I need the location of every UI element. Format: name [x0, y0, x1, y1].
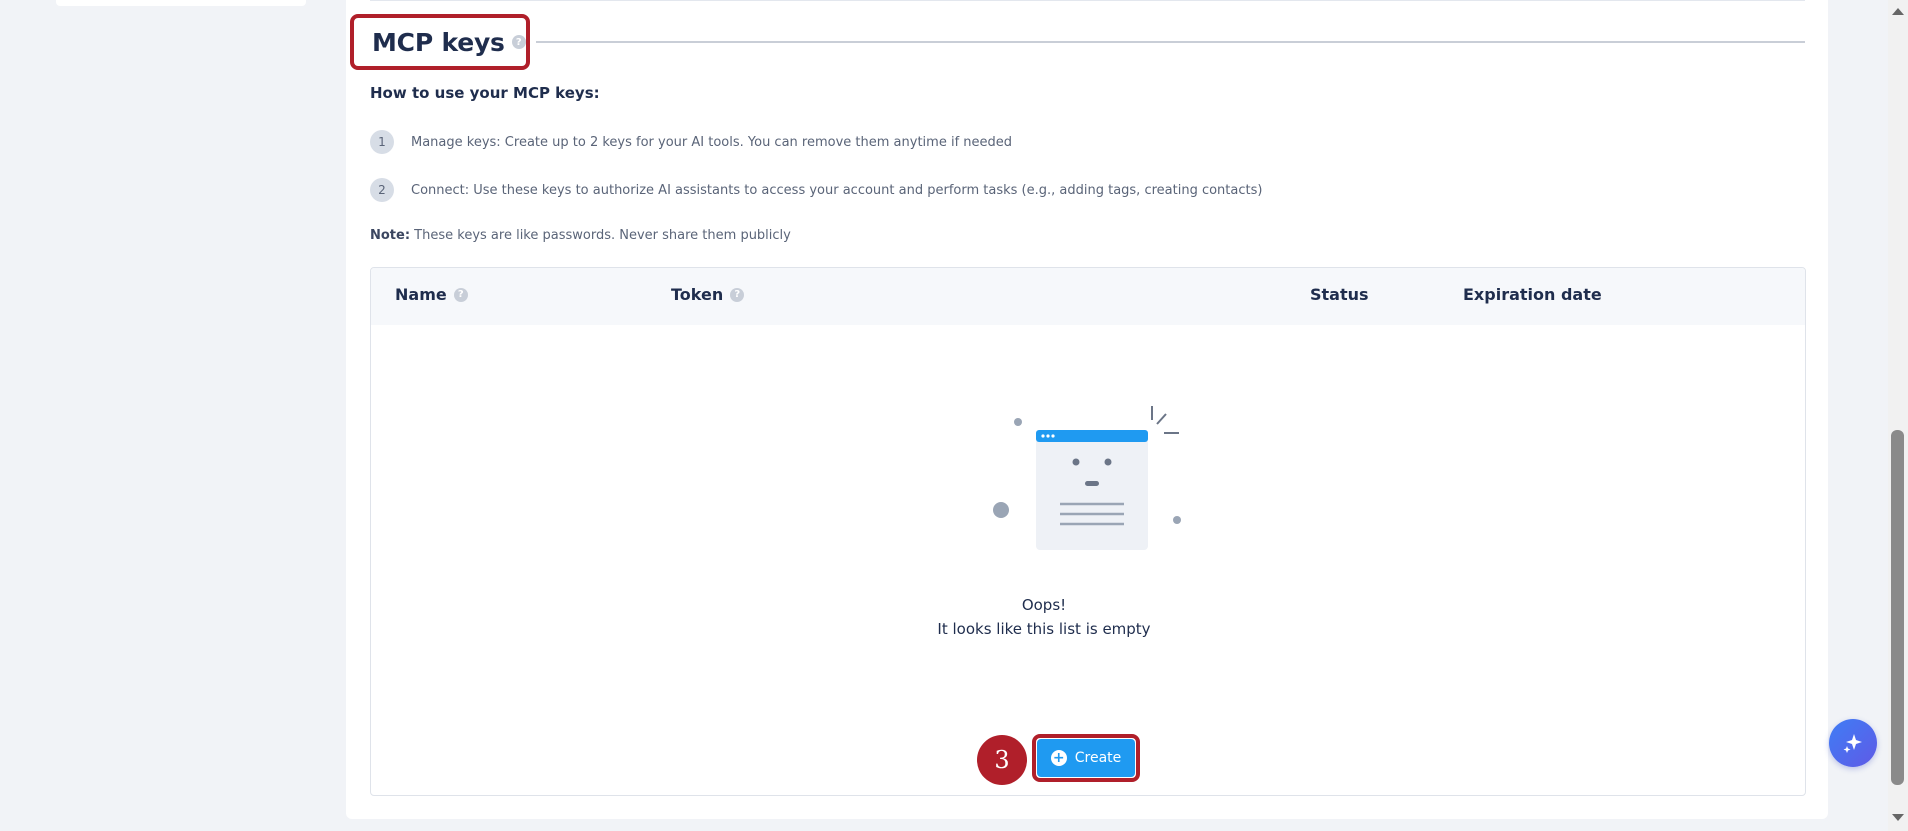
scrollbar-thumb[interactable]: [1891, 430, 1904, 785]
step-text: Manage keys: Create up to 2 keys for you…: [411, 134, 1013, 150]
plus-circle-icon: +: [1050, 750, 1067, 766]
security-note: Note: These keys are like passwords. Nev…: [370, 228, 791, 243]
step-number: 2: [370, 178, 394, 202]
column-header-name: Name ?: [395, 285, 468, 304]
step-text: Connect: Use these keys to authorize AI …: [411, 182, 1263, 198]
annotation-step-badge: 3: [977, 735, 1027, 785]
column-header-expiration-date: Expiration date: [1463, 285, 1602, 304]
sidebar-card: [56, 0, 306, 6]
help-icon[interactable]: ?: [453, 287, 468, 302]
create-key-button[interactable]: + Create: [1037, 739, 1135, 777]
empty-state-subtitle: It looks like this list is empty: [937, 620, 1151, 638]
help-icon[interactable]: ?: [730, 287, 745, 302]
empty-state-title: Oops!: [1021, 596, 1067, 614]
section-divider: [536, 41, 1805, 43]
note-label: Note:: [370, 228, 411, 243]
note-text: These keys are like passwords. Never sha…: [410, 228, 791, 243]
scroll-down-arrow-icon[interactable]: [1892, 814, 1904, 821]
section-title: MCP keys: [372, 27, 505, 57]
create-button-label: Create: [1074, 750, 1122, 766]
ai-assistant-button[interactable]: [1829, 719, 1877, 767]
table-header: Name ? Token ? Status Expiration date: [371, 268, 1805, 325]
top-divider: [370, 0, 1805, 1]
help-icon[interactable]: ?: [511, 35, 526, 49]
step-item-manage: 1 Manage keys: Create up to 2 keys for y…: [370, 130, 1012, 154]
step-number: 1: [370, 130, 394, 154]
section-header-highlight: MCP keys ?: [350, 14, 530, 70]
empty-list-illustration-icon: [993, 406, 1181, 550]
column-header-status: Status: [1310, 285, 1369, 304]
step-item-connect: 2 Connect: Use these keys to authorize A…: [370, 178, 1262, 202]
scroll-up-arrow-icon[interactable]: [1892, 8, 1904, 15]
sparkle-icon: [1843, 734, 1862, 753]
how-to-title: How to use your MCP keys:: [370, 84, 600, 102]
column-header-token: Token ?: [671, 285, 745, 304]
